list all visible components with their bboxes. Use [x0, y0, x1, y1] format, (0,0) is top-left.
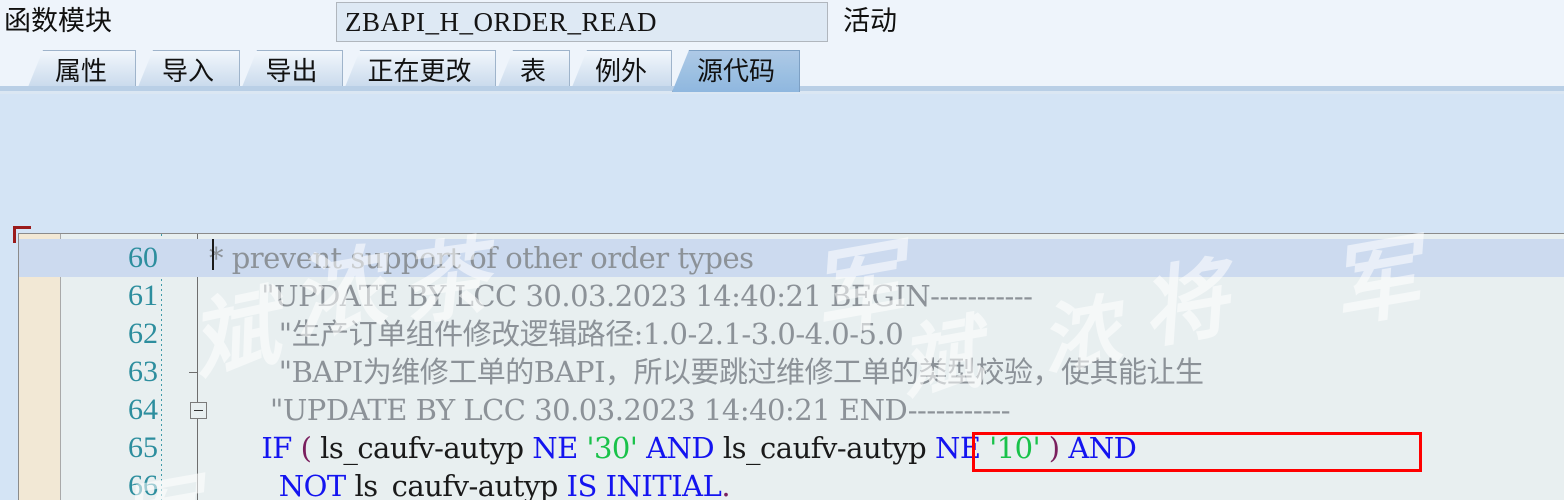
tab-7[interactable]: 源代码 — [672, 50, 800, 92]
tab-label: 属性 — [54, 56, 107, 86]
code-line-text[interactable]: "生产订单组件修改逻辑路径:1.0-2.1-3.0-4.0-5.0 — [209, 315, 904, 353]
code-token: IF — [261, 431, 292, 465]
code-token: INITIAL — [605, 469, 722, 500]
code-token: IS — [566, 469, 598, 500]
line-number: 66 — [128, 469, 158, 500]
tab-label: 例外 — [594, 56, 647, 86]
object-name-value: ZBAPI_H_ORDER_READ — [345, 7, 658, 37]
sap-function-module-editor-window: 函数模块 ZBAPI_H_ORDER_READ 活动 属性 导入 导出 正在更改 表 例外… — [0, 0, 1564, 500]
line-number: 60 — [128, 241, 158, 274]
code-token: "UPDATE BY LCC 30.03.2023 14:40:21 BEGIN… — [209, 279, 1033, 313]
code-token: '30' — [586, 431, 638, 465]
code-token: NE — [532, 431, 578, 465]
code-token: '10' — [989, 431, 1041, 465]
code-token: ls_caufv-autyp — [714, 431, 935, 465]
editor-shell: 60 * prevent support of other order types… — [0, 94, 1564, 500]
line-number: 64 — [128, 393, 158, 426]
line-number: 65 — [128, 431, 158, 464]
code-token: . — [721, 469, 731, 500]
code-line-text[interactable]: * prevent support of other order types — [209, 239, 754, 277]
code-token: AND — [646, 431, 715, 465]
code-line-text[interactable]: IF ( ls_caufv-autyp NE '30' AND ls_caufv… — [209, 429, 1137, 467]
code-token: "UPDATE BY LCC 30.03.2023 14:40:21 END--… — [209, 393, 1011, 427]
tab-bar: 属性 导入 导出 正在更改 表 例外 源代码 — [0, 44, 1564, 92]
status-badge: 活动 — [843, 6, 897, 36]
tab-label: 表 — [519, 56, 546, 86]
code-token: ( — [300, 431, 312, 465]
code-token: NE — [934, 431, 981, 465]
code-line-text[interactable]: "UPDATE BY LCC 30.03.2023 14:40:21 END--… — [209, 391, 1011, 429]
code-line-text[interactable]: "UPDATE BY LCC 30.03.2023 14:40:21 BEGIN… — [209, 277, 1033, 315]
line-number: 62 — [128, 317, 158, 350]
tab-label: 导出 — [265, 56, 318, 86]
code-token: "生产订单组件修改逻辑路径:1.0-2.1-3.0-4.0-5.0 — [209, 317, 904, 351]
tab-label: 正在更改 — [367, 56, 472, 86]
code-line-text[interactable]: NOT ls_caufv-autyp IS INITIAL. — [209, 467, 731, 500]
code-token: ) — [1048, 431, 1060, 465]
header-bar: 函数模块 ZBAPI_H_ORDER_READ 活动 — [0, 0, 1564, 44]
code-token: ls_caufv-autyp — [345, 469, 567, 500]
code-token: AND — [1068, 431, 1137, 465]
selection-corner-marker — [13, 226, 31, 243]
code-token: NOT — [278, 469, 347, 500]
source-code-editor[interactable]: 60 * prevent support of other order types… — [18, 233, 1564, 500]
object-type-label: 函数模块 — [4, 6, 112, 36]
code-token: * prevent support of other order types — [209, 241, 754, 275]
text-caret — [212, 239, 214, 270]
code-token: ls_caufv-autyp — [311, 431, 533, 465]
fold-collapse-button[interactable] — [190, 402, 207, 419]
tab-label: 源代码 — [696, 56, 775, 86]
line-number: 63 — [128, 355, 158, 388]
code-line-text[interactable]: "BAPI为维修工单的BAPI，所以要跳过维修工单的类型校验，使其能让生 — [209, 353, 1204, 391]
object-name-field[interactable]: ZBAPI_H_ORDER_READ — [336, 2, 828, 42]
line-number: 61 — [128, 279, 158, 312]
fold-tick-marker — [189, 372, 197, 373]
code-token: "BAPI为维修工单的BAPI，所以要跳过维修工单的类型校验，使其能让生 — [209, 355, 1204, 389]
tab-label: 导入 — [161, 56, 214, 86]
